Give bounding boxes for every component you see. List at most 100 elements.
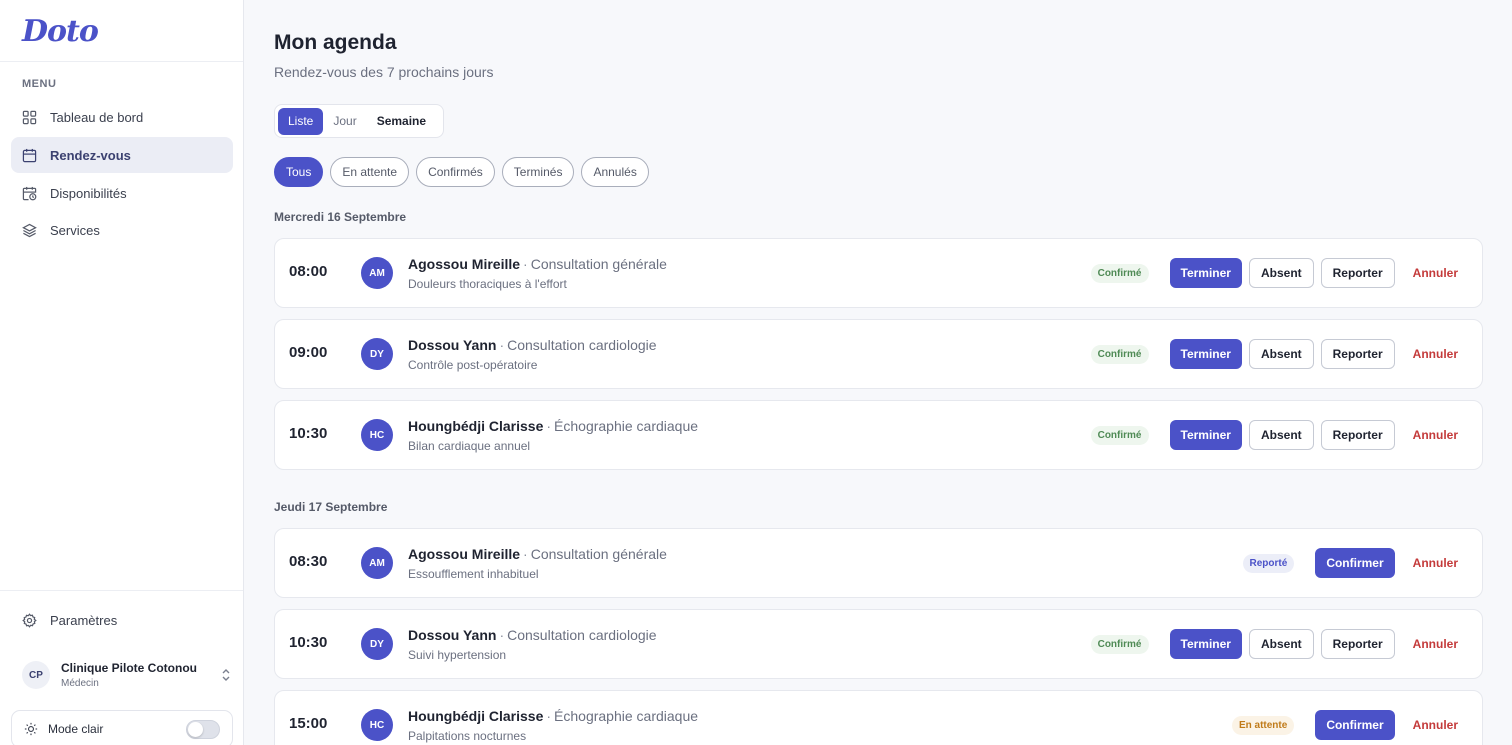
cancel-button[interactable]: Annuler	[1403, 629, 1468, 659]
separator: ·	[523, 256, 528, 272]
appointment-card[interactable]: 10:30 HC Houngbédji Clarisse · Échographie…	[274, 400, 1483, 470]
appointment-note: Essoufflement inhabituel	[408, 567, 539, 581]
appointment-actions: Confirmé Terminer Absent Reporter Annule…	[1090, 420, 1468, 450]
appointment-actions: En attente Confirmer Annuler	[1231, 710, 1468, 740]
service-name: Consultation cardiologie	[507, 627, 657, 643]
status-filters: Tous En attente Confirmés Terminés Annul…	[274, 157, 656, 187]
tab-day[interactable]: Jour	[323, 108, 366, 135]
appointment-title: Agossou Mireille · Consultation générale	[408, 256, 667, 272]
sidebar-divider	[0, 61, 243, 62]
filter-pending[interactable]: En attente	[330, 157, 410, 187]
separator: ·	[499, 337, 505, 353]
absent-button[interactable]: Absent	[1248, 339, 1314, 369]
appointment-note: Contrôle post-opératoire	[408, 358, 538, 372]
page-subtitle: Rendez-vous des 7 prochains jours	[274, 64, 494, 80]
appointment-card[interactable]: 09:00 DY Dossou Yann · Consultation cardio…	[274, 319, 1483, 389]
filter-completed[interactable]: Terminés	[501, 157, 575, 187]
status-badge: Confirmé	[1090, 344, 1149, 364]
reschedule-button[interactable]: Reporter	[1320, 629, 1395, 659]
status-badge: Confirmé	[1090, 425, 1149, 445]
complete-button[interactable]: Terminer	[1169, 258, 1242, 288]
appointment-time: 15:00	[289, 715, 328, 732]
layers-icon	[22, 223, 37, 238]
appointment-time: 10:30	[289, 634, 328, 651]
patient-name: Houngbédji Clarisse	[408, 418, 544, 434]
complete-button[interactable]: Terminer	[1169, 629, 1242, 659]
menu-section-label: MENU	[22, 78, 57, 90]
cancel-button[interactable]: Annuler	[1403, 258, 1468, 288]
confirm-button[interactable]: Confirmer	[1315, 548, 1395, 578]
app-logo[interactable]: Doto	[22, 14, 99, 49]
patient-name: Agossou Mireille	[408, 546, 521, 562]
appointment-card[interactable]: 10:30 DY Dossou Yann · Consultation cardio…	[274, 609, 1483, 679]
user-role: Médecin	[61, 678, 99, 689]
avatar: CP	[22, 661, 50, 689]
sidebar-item-label: Services	[50, 222, 100, 238]
appointment-title: Houngbédji Clarisse · Échographie cardiaqu…	[408, 418, 698, 434]
organization-info: Clinique Pilote Cotonou Médecin	[61, 661, 220, 689]
appointment-card[interactable]: 15:00 HC Houngbédji Clarisse · Échographie…	[274, 690, 1483, 745]
filter-cancelled[interactable]: Annulés	[581, 157, 649, 187]
reschedule-button[interactable]: Reporter	[1320, 420, 1395, 450]
separator: ·	[546, 708, 552, 724]
complete-button[interactable]: Terminer	[1169, 339, 1242, 369]
avatar: AM	[361, 257, 393, 289]
calendar-clock-icon	[22, 186, 37, 201]
page-title: Mon agenda	[274, 31, 397, 54]
service-name: Consultation générale	[530, 256, 667, 272]
sidebar-item-settings[interactable]: Paramètres	[11, 602, 233, 638]
appointment-actions: Confirmé Terminer Absent Reporter Annule…	[1090, 339, 1468, 369]
cancel-button[interactable]: Annuler	[1403, 710, 1468, 740]
absent-button[interactable]: Absent	[1248, 258, 1314, 288]
filter-all[interactable]: Tous	[274, 157, 324, 187]
complete-button[interactable]: Terminer	[1169, 420, 1242, 450]
theme-mode-control: Mode clair	[11, 710, 233, 745]
separator: ·	[523, 546, 528, 562]
filter-confirmed[interactable]: Confirmés	[416, 157, 495, 187]
appointment-note: Suivi hypertension	[408, 648, 507, 662]
cancel-button[interactable]: Annuler	[1403, 548, 1468, 578]
sidebar-item-dashboard[interactable]: Tableau de bord	[11, 99, 233, 135]
reschedule-button[interactable]: Reporter	[1320, 339, 1395, 369]
appointment-time: 09:00	[289, 344, 328, 361]
tab-week[interactable]: Semaine	[367, 108, 436, 135]
separator: ·	[546, 418, 552, 434]
sidebar-divider	[0, 590, 243, 591]
status-badge: En attente	[1231, 715, 1295, 735]
organization-switcher[interactable]: CP Clinique Pilote Cotonou Médecin	[22, 658, 232, 692]
cancel-button[interactable]: Annuler	[1403, 339, 1468, 369]
sidebar-item-appointments[interactable]: Rendez-vous	[11, 137, 233, 173]
theme-toggle[interactable]	[186, 719, 220, 739]
appointment-actions: Confirmé Terminer Absent Reporter Annule…	[1090, 258, 1468, 288]
main-content: Mon agenda Rendez-vous des 7 prochains j…	[244, 0, 1512, 745]
chevron-up-down-icon	[222, 669, 230, 681]
sidebar-item-label: Paramètres	[50, 612, 118, 628]
appointment-card[interactable]: 08:00 AM Agossou Mireille · Consultation g…	[274, 238, 1483, 308]
appointment-time: 08:00	[289, 263, 328, 280]
avatar: DY	[361, 338, 393, 370]
reschedule-button[interactable]: Reporter	[1320, 258, 1395, 288]
patient-name: Agossou Mireille	[408, 256, 521, 272]
absent-button[interactable]: Absent	[1248, 420, 1314, 450]
sidebar-item-services[interactable]: Services	[11, 212, 233, 248]
sidebar-item-availability[interactable]: Disponibilités	[11, 175, 233, 211]
gear-icon	[22, 612, 37, 628]
appointment-actions: Confirmé Terminer Absent Reporter Annule…	[1090, 629, 1468, 659]
day-heading: Mercredi 16 Septembre	[274, 210, 407, 224]
separator: ·	[499, 627, 505, 643]
service-name: Échographie cardiaque	[554, 708, 699, 724]
calendar-icon	[22, 148, 37, 163]
sidebar-item-label: Rendez-vous	[50, 147, 131, 163]
patient-name: Dossou Yann	[408, 337, 497, 353]
cancel-button[interactable]: Annuler	[1403, 420, 1468, 450]
absent-button[interactable]: Absent	[1248, 629, 1314, 659]
tab-list[interactable]: Liste	[278, 107, 324, 135]
confirm-button[interactable]: Confirmer	[1315, 710, 1395, 740]
patient-name: Dossou Yann	[408, 627, 497, 643]
appointment-time: 10:30	[289, 425, 328, 442]
service-name: Échographie cardiaque	[554, 418, 699, 434]
sidebar-item-label: Tableau de bord	[50, 109, 144, 125]
appointment-card[interactable]: 08:30 AM Agossou Mireille · Consultation g…	[274, 528, 1483, 598]
service-name: Consultation cardiologie	[507, 337, 657, 353]
dashboard-icon	[22, 110, 37, 125]
